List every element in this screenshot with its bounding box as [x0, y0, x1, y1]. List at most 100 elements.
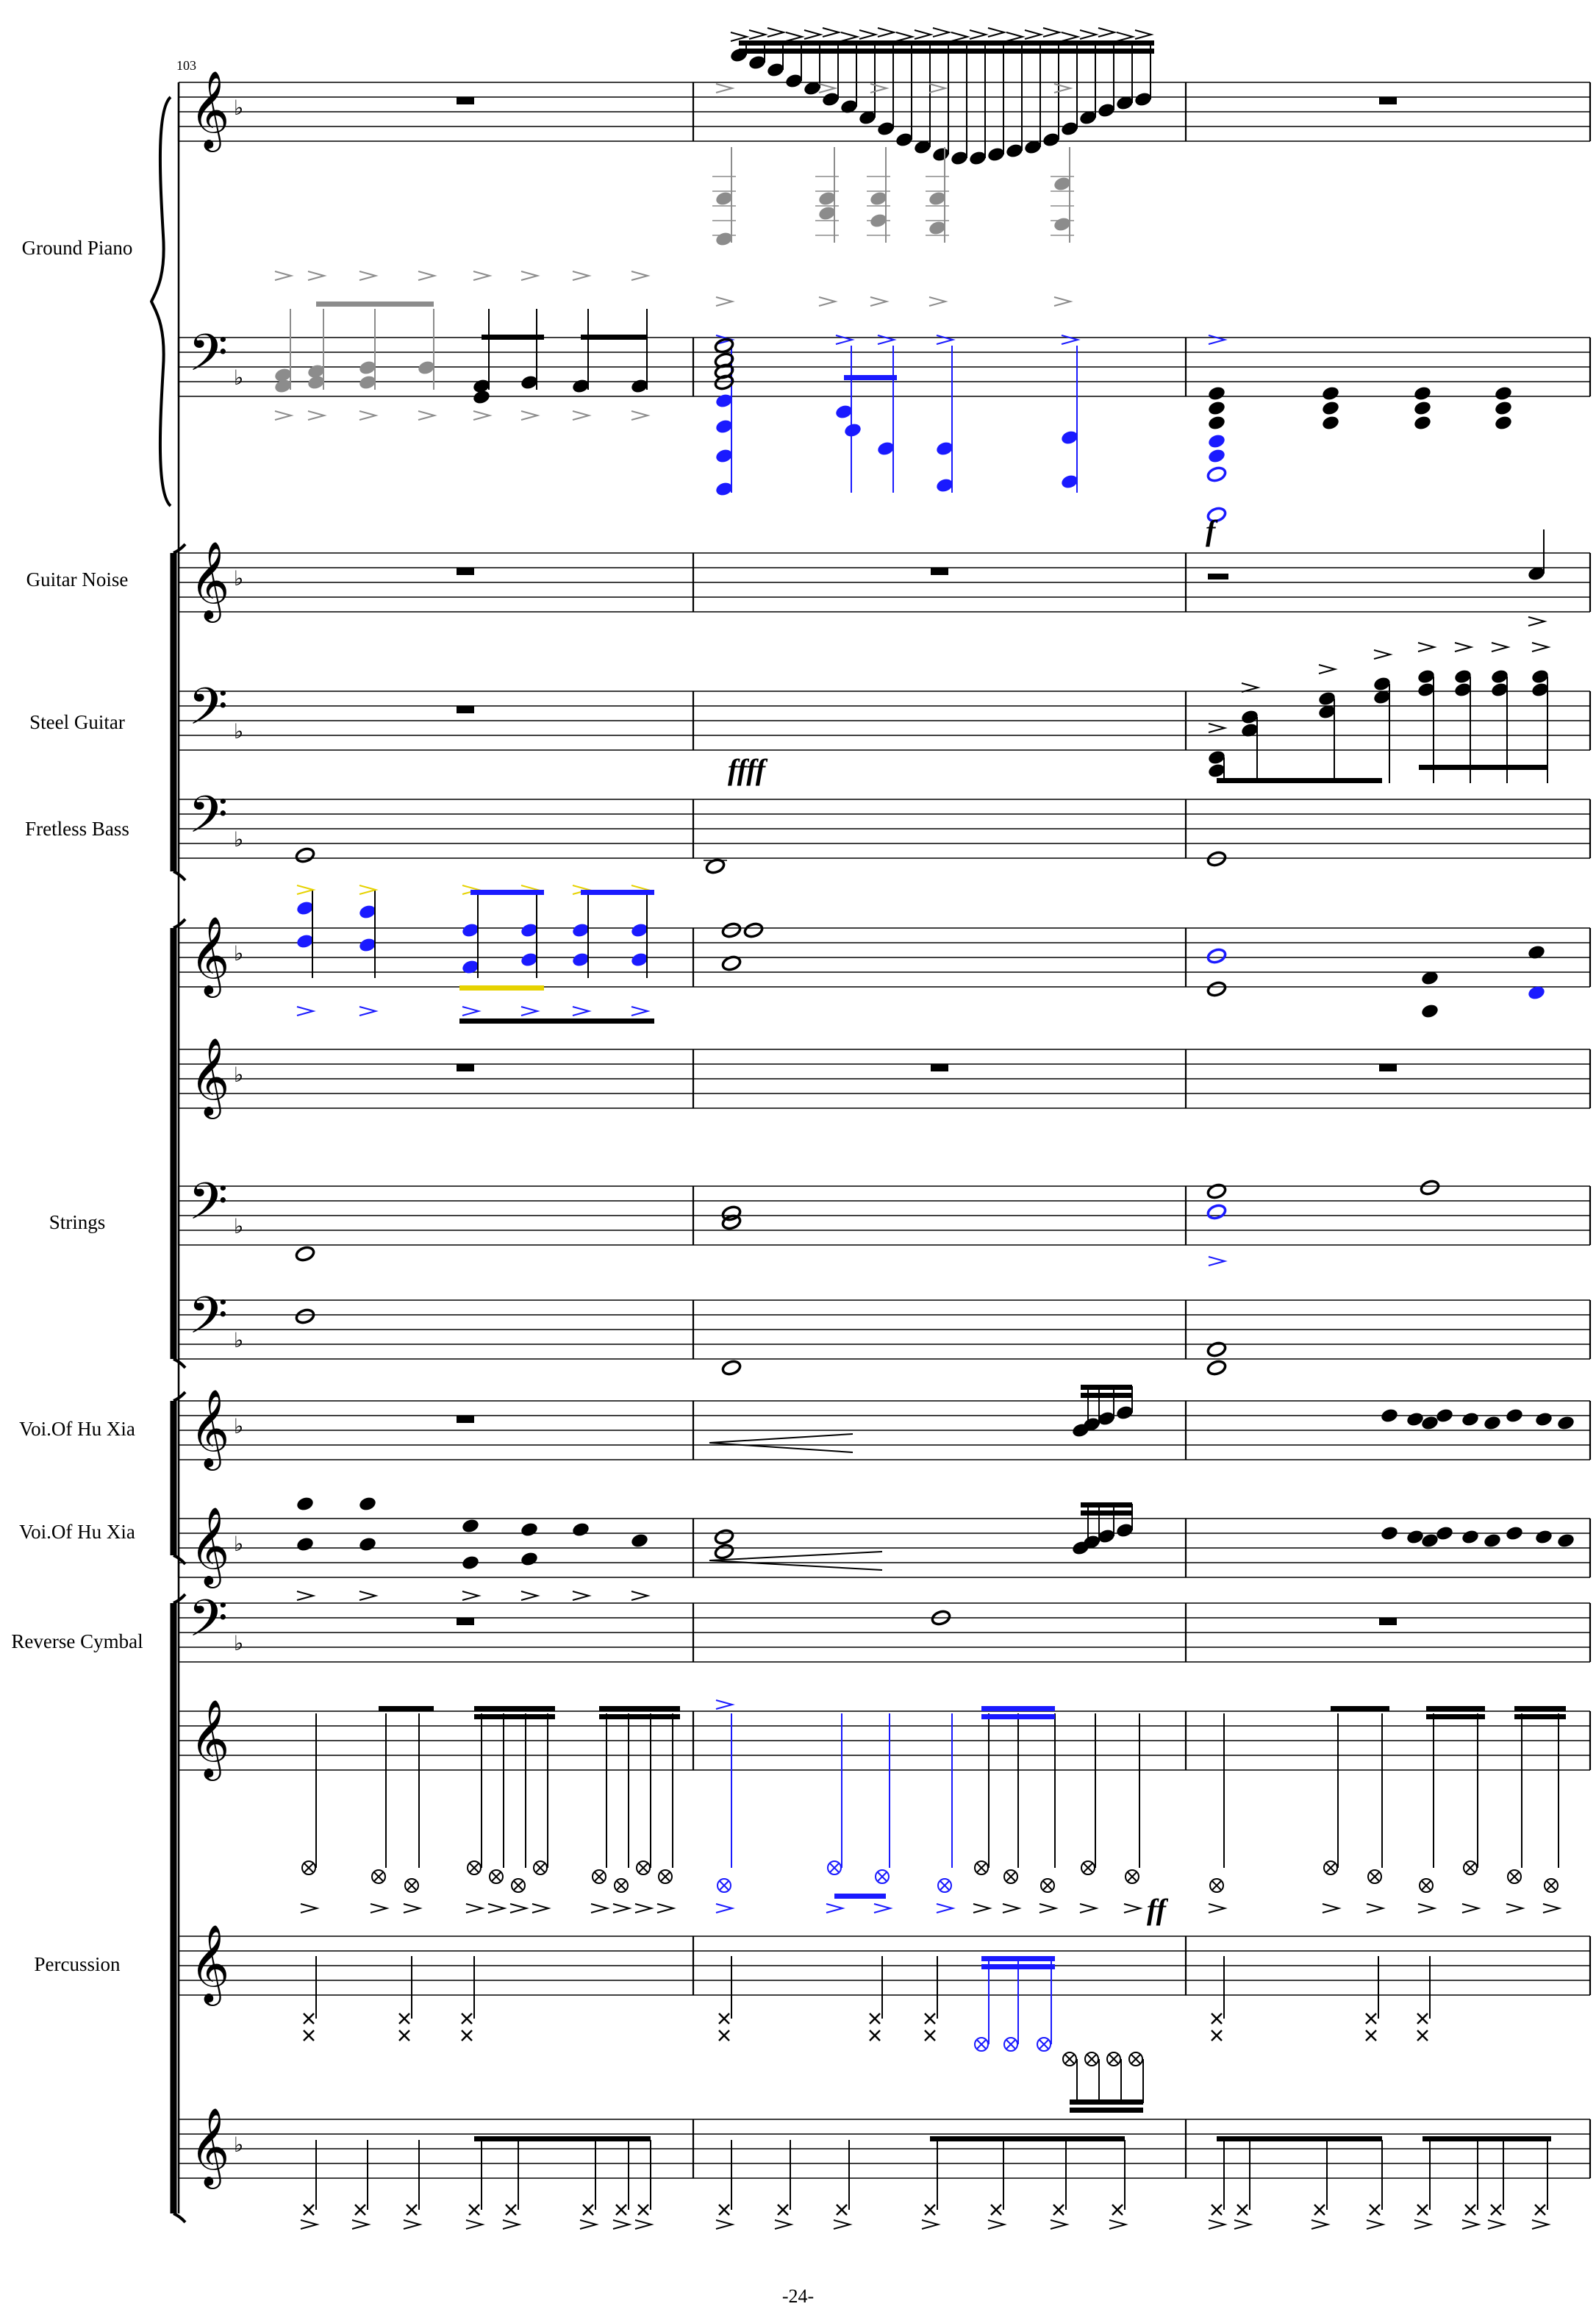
accent-mark: [520, 410, 540, 421]
notehead: [573, 1523, 589, 1536]
open-notehead: [721, 1360, 742, 1376]
notehead: [1462, 1413, 1478, 1426]
dynamic-mark: ff: [1147, 1893, 1169, 1926]
circle-x-notehead: [1003, 1869, 1018, 1884]
notehead: [1414, 402, 1431, 415]
open-notehead: [1206, 948, 1227, 964]
staff: 𝄢 ♭: [177, 1588, 1592, 1663]
notehead: [1536, 1530, 1552, 1544]
accent-mark: [1024, 29, 1044, 40]
accent-mark: [715, 296, 735, 307]
beam: [1426, 1714, 1485, 1719]
accent-mark: [826, 1903, 845, 1913]
circle-x-notehead: [1125, 1869, 1139, 1884]
accent-mark: [590, 1903, 610, 1913]
accent-mark: [936, 1903, 956, 1913]
flat-icon: ♭: [234, 941, 243, 966]
staff: 𝄢 ♭: [177, 785, 1592, 859]
accent-mark: [818, 296, 838, 307]
accent-mark: [1531, 2219, 1551, 2230]
accent-mark: [715, 2219, 735, 2230]
beam: [482, 335, 544, 340]
accent-mark: [300, 2219, 320, 2230]
whole-rest: [457, 1064, 474, 1071]
accent-mark: [296, 1006, 316, 1016]
staff: 𝄞 ♭: [177, 1506, 1592, 1588]
accent-mark: [804, 29, 823, 40]
x-notehead: [1365, 2030, 1377, 2041]
beam: [1081, 1510, 1132, 1516]
circle-x-notehead: [1544, 1878, 1559, 1893]
accent-mark: [987, 2219, 1007, 2230]
open-notehead: [721, 922, 742, 938]
notehead: [1323, 387, 1339, 400]
open-notehead: [295, 1246, 315, 1262]
accent-mark: [1098, 27, 1117, 38]
beam: [1081, 1393, 1132, 1398]
accent-mark: [1208, 1903, 1228, 1913]
instrument-label: Guitar Noise: [26, 568, 129, 591]
instrument-label: Voi.Of Hu Xia: [19, 1521, 135, 1543]
accent-mark: [418, 410, 437, 421]
accent-mark: [1208, 2219, 1228, 2230]
flat-icon: ♭: [234, 1328, 243, 1352]
notehead: [521, 1552, 537, 1566]
accent-mark: [1454, 642, 1474, 652]
accent-mark: [351, 2219, 371, 2230]
circle-x-notehead: [827, 1860, 842, 1875]
accent-mark: [487, 1903, 507, 1913]
accent-mark: [1123, 1903, 1143, 1913]
x-notehead: [1112, 2204, 1123, 2216]
accent-mark: [296, 885, 316, 895]
accent-mark: [1528, 616, 1547, 627]
x-notehead: [637, 2204, 649, 2216]
notehead: [1323, 416, 1339, 429]
accent-mark: [969, 29, 989, 40]
notehead: [1381, 1409, 1398, 1422]
notehead: [1323, 402, 1339, 415]
circle-x-notehead: [717, 1878, 731, 1893]
notehead: [1407, 1413, 1423, 1426]
circle-x-notehead: [1128, 2052, 1143, 2066]
x-notehead: [718, 2013, 730, 2024]
half-rest: [1208, 574, 1228, 579]
accent-mark: [403, 2219, 423, 2230]
accent-mark: [1311, 2219, 1331, 2230]
accent-mark: [914, 29, 934, 40]
notehead: [473, 390, 490, 404]
accent-mark: [1318, 664, 1338, 674]
flat-icon: ♭: [234, 1063, 243, 1087]
open-notehead: [714, 1529, 734, 1545]
dynamic-mark: ffff: [728, 753, 768, 786]
notehead: [631, 1534, 648, 1547]
treble-clef-icon: 𝄞: [190, 70, 229, 152]
treble-clef-icon: 𝄞: [190, 2107, 229, 2189]
accent-mark: [715, 83, 735, 93]
accent-mark: [1542, 1903, 1562, 1913]
x-notehead: [303, 2030, 315, 2041]
accent-mark: [840, 32, 860, 42]
bass-clef-icon: 𝄢: [188, 677, 228, 749]
accent-mark: [359, 1591, 379, 1601]
circle-x-notehead: [1367, 1869, 1382, 1884]
notehead: [1462, 1530, 1478, 1544]
beam: [1426, 1706, 1485, 1711]
accent-mark: [1487, 2219, 1507, 2230]
notehead: [1209, 449, 1225, 463]
notes: fffffff: [274, 27, 1574, 2230]
instrument-label: Strings: [49, 1211, 106, 1233]
beam: [1081, 1385, 1132, 1390]
open-notehead: [295, 1308, 315, 1324]
accent-mark: [300, 1903, 320, 1913]
open-notehead: [295, 847, 315, 863]
accent-mark: [973, 1903, 992, 1913]
accent-mark: [715, 1699, 735, 1710]
notehead: [1209, 435, 1225, 448]
accent-mark: [1039, 1903, 1059, 1913]
beam: [581, 890, 654, 895]
accent-mark: [1322, 1903, 1342, 1913]
accent-mark: [877, 335, 897, 345]
staff: 𝄢 ♭: [177, 1285, 1592, 1360]
x-notehead: [1211, 2030, 1223, 2041]
accent-mark: [296, 1591, 316, 1601]
